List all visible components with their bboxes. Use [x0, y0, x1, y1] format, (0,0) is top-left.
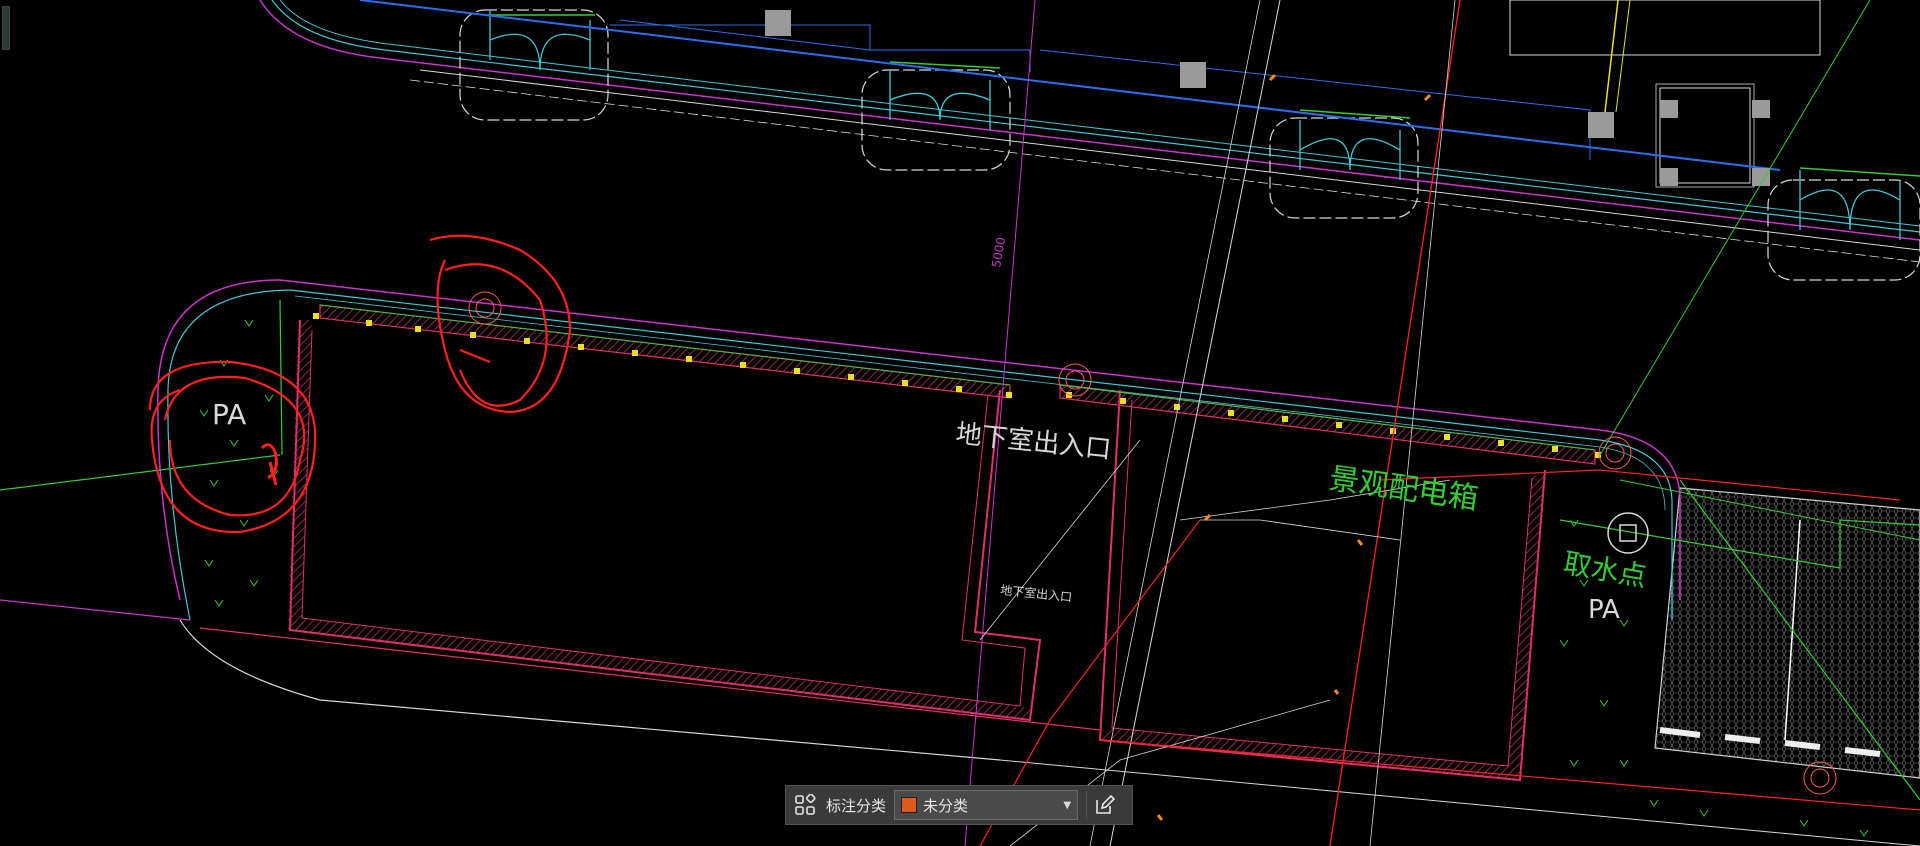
category-select[interactable]: 未分类 ▼ — [894, 790, 1079, 820]
edit-icon[interactable] — [1086, 791, 1119, 819]
annotation-category-toolbar: 标注分类 未分类 ▼ — [785, 785, 1133, 825]
chevron-down-icon: ▼ — [1063, 799, 1072, 811]
category-selected-value: 未分类 — [923, 796, 969, 815]
annotation-category-label: 标注分类 — [826, 796, 887, 815]
cad-drawing-canvas[interactable]: PA 地下室出入口 地下室出入口 景观配电箱 取水点 PA 5000 — [0, 0, 1920, 846]
parking-hatch-area — [1654, 487, 1920, 779]
category-color-swatch — [901, 797, 918, 813]
annotation-category-icon[interactable] — [792, 792, 818, 818]
label-pa-left: PA — [212, 398, 246, 431]
left-edge-handle[interactable] — [2, 6, 10, 50]
label-pa-right: PA — [1588, 595, 1620, 625]
